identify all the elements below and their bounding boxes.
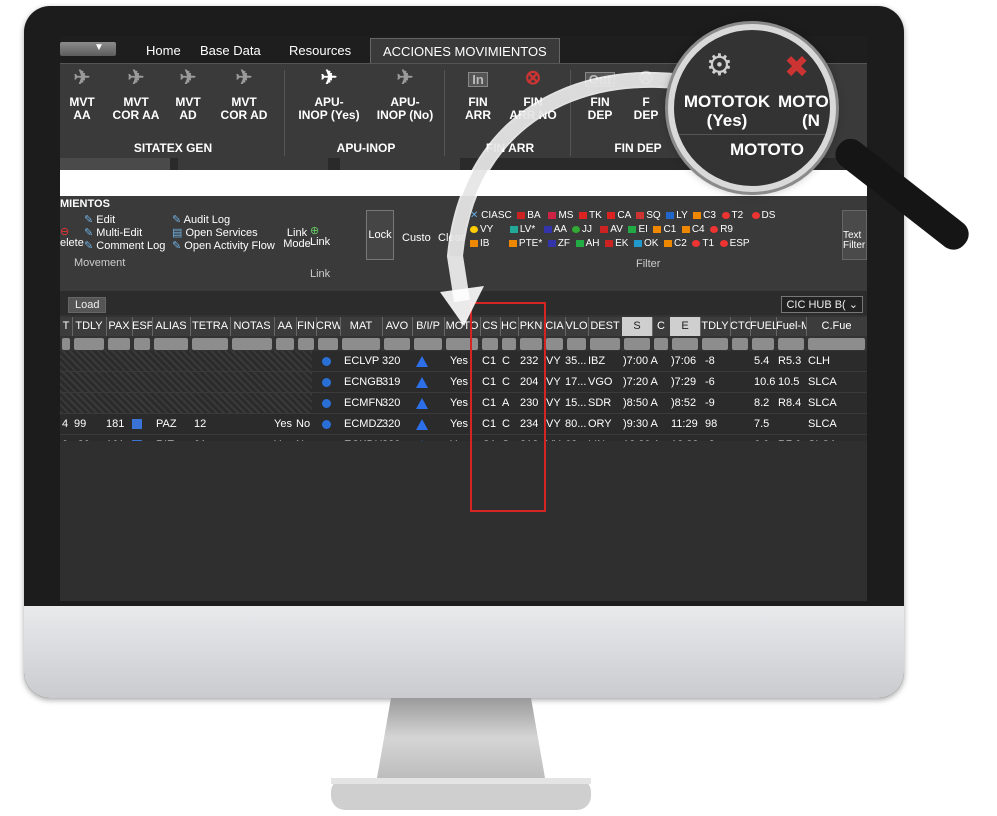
group-mototok: MOTOTO	[730, 140, 804, 159]
gear-icon: ⚙	[706, 49, 733, 82]
mototok-yes-label-2: (Yes)	[706, 111, 748, 130]
mototok-no-label-2: (N	[802, 111, 820, 130]
mototok-yes-button[interactable]: MOTOTOK (Yes)	[680, 92, 774, 130]
mototok-yes-label-1: MOTOTOK	[683, 92, 771, 111]
magnifier-lens: ⚙ ✖ MOTOTOK (Yes) MOTO (N MOTOTO	[668, 24, 836, 192]
mototok-no-button[interactable]: MOTO (N	[778, 92, 830, 130]
monitor-chin	[24, 606, 904, 698]
lens-divider	[674, 134, 830, 135]
magnifier: ⚙ ✖ MOTOTOK (Yes) MOTO (N MOTOTO	[661, 0, 975, 256]
cancel-icon: ✖	[784, 51, 810, 84]
mototok-no-label-1: MOTO	[778, 92, 829, 111]
monitor-stand	[331, 698, 591, 810]
